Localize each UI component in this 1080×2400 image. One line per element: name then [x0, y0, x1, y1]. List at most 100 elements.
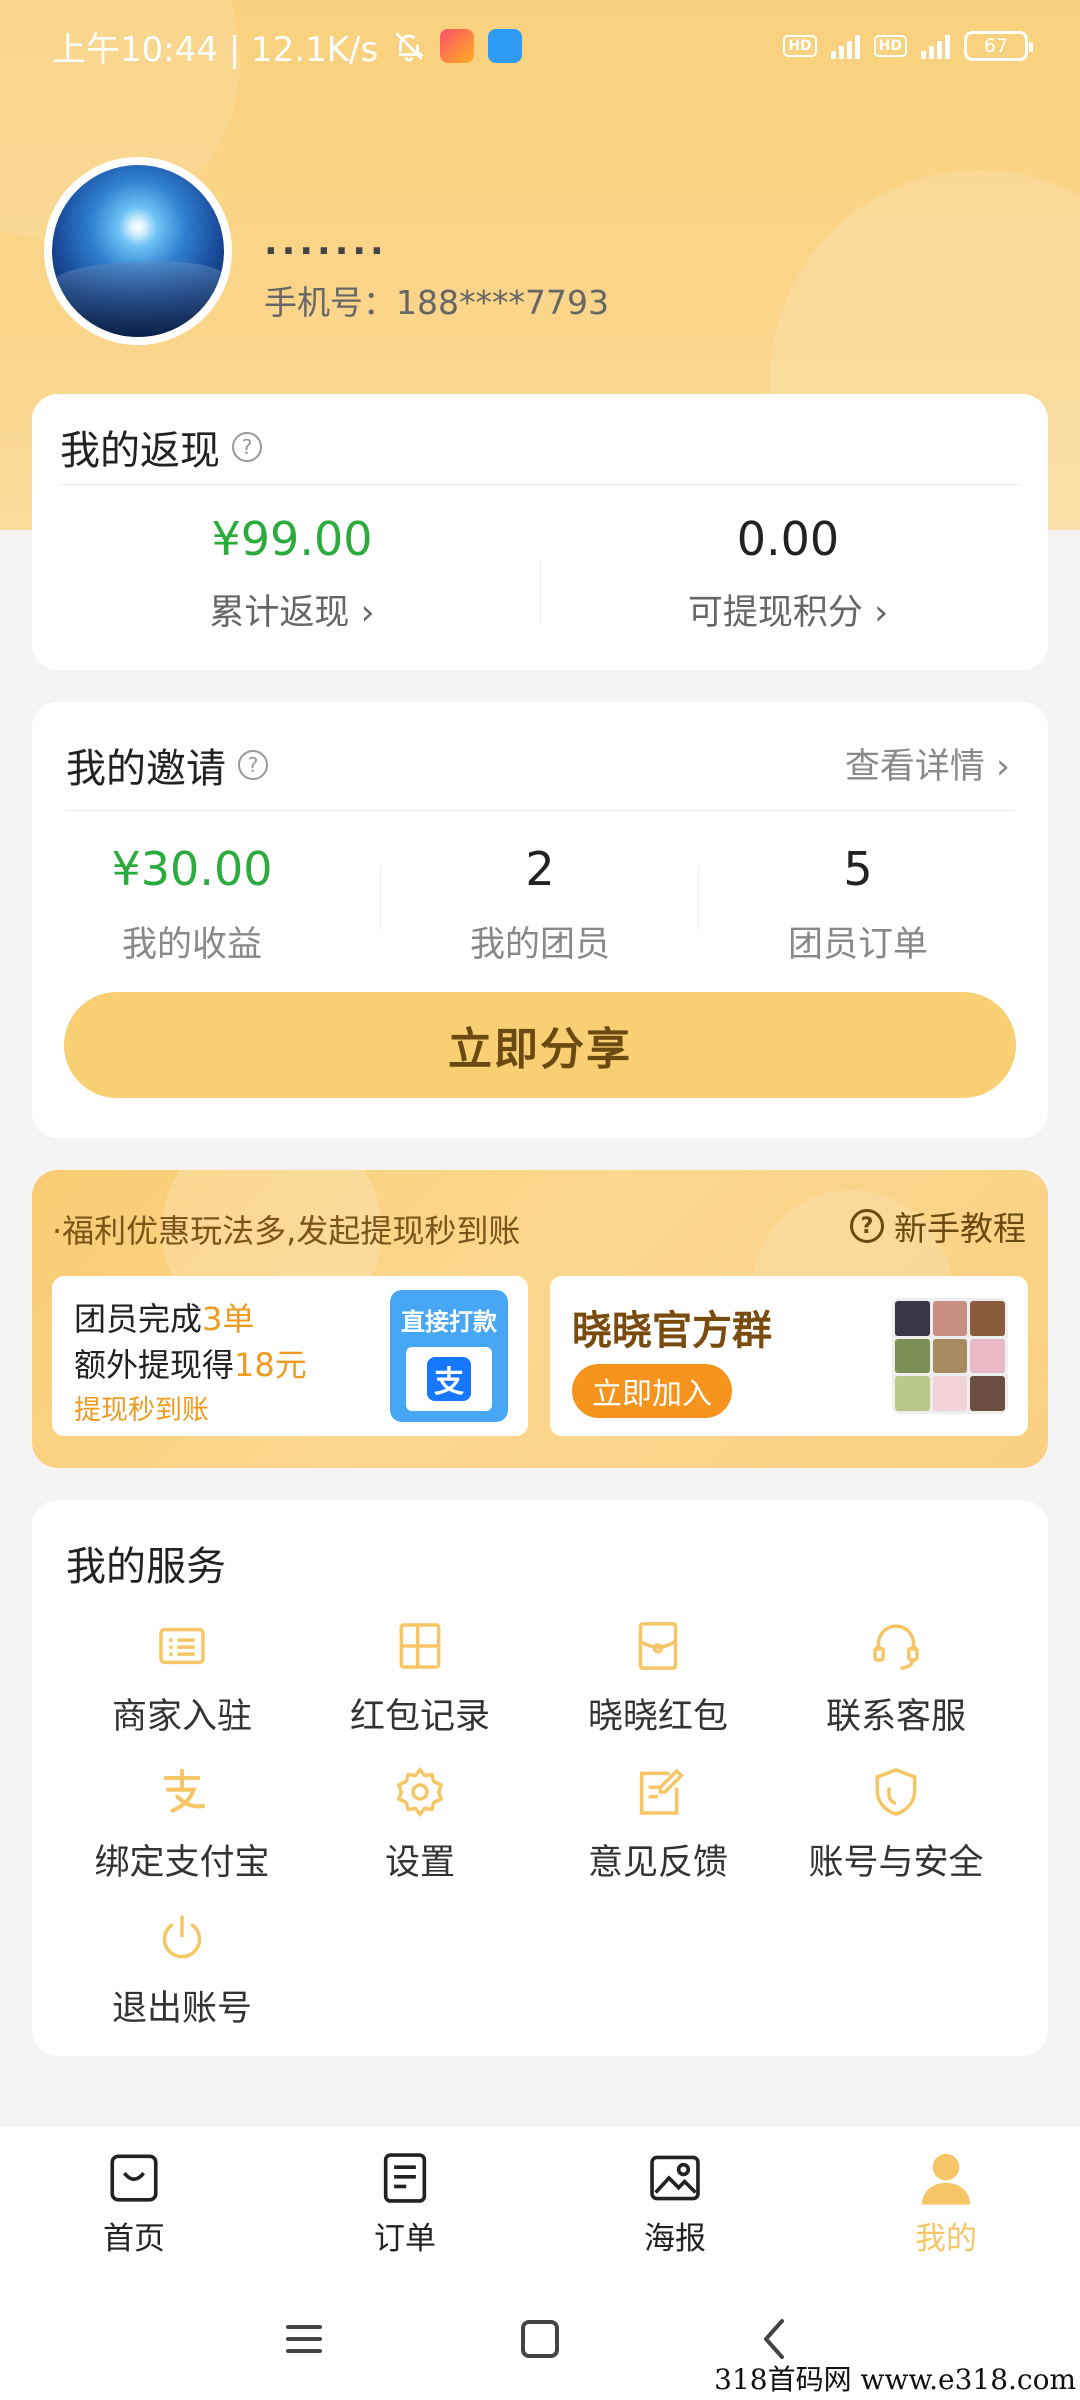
group-avatar-grid — [892, 1298, 1008, 1414]
service-merchant[interactable]: 商家入驻 — [62, 1618, 302, 1758]
edit-icon — [639, 1768, 684, 1815]
status-time: 上午10:44 | 12.1K/s — [52, 29, 379, 70]
cashback-card: 我的返现 ? ¥99.00 累计返现 › 0.00 可提现积分 › — [32, 394, 1048, 670]
invite-title: 我的邀请 ? — [66, 736, 268, 794]
service-bind-alipay[interactable]: 绑定支付宝 — [62, 1764, 302, 1904]
alipay-icon — [163, 1768, 206, 1813]
member-avatar — [895, 1376, 930, 1411]
service-label: 联系客服 — [825, 1697, 966, 1737]
tab-poster[interactable]: 海报 — [605, 2149, 745, 2258]
chevron-right-icon: › — [349, 593, 375, 633]
chevron-right-icon: › — [862, 593, 889, 633]
service-settings[interactable]: 设置 — [300, 1764, 540, 1904]
service-label: 商家入驻 — [111, 1697, 252, 1737]
invite-title-text: 我的邀请 — [66, 746, 226, 792]
vertical-divider — [698, 866, 699, 930]
member-avatar — [970, 1376, 1005, 1411]
join-group-button[interactable]: 立即加入 — [572, 1364, 732, 1418]
service-xiaoxiao-red-packet[interactable]: 晓晓红包 — [538, 1618, 778, 1758]
service-label: 退出账号 — [111, 1989, 252, 2029]
earnings-value: ¥30.00 — [111, 842, 273, 896]
points-label: 可提现积分 — [687, 593, 863, 633]
shield-icon — [875, 1767, 917, 1817]
service-label: 账号与安全 — [808, 1843, 984, 1883]
earnings-label: 我的收益 — [121, 925, 262, 965]
view-details-label: 查看详情 — [844, 747, 985, 787]
withdraw-task-card[interactable]: 团员完成3单 额外提现得18元 提现秒到账 直接打款 支 — [52, 1276, 528, 1436]
tab-label: 海报 — [644, 2221, 706, 2257]
member-avatar — [932, 1338, 968, 1374]
alipay-badge: 直接打款 支 — [390, 1290, 508, 1422]
member-avatar — [970, 1338, 1005, 1374]
cashback-title: 我的返现 ? — [60, 418, 262, 476]
service-label: 绑定支付宝 — [94, 1843, 270, 1883]
tab-home[interactable]: 首页 — [64, 2149, 204, 2258]
tab-orders[interactable]: 订单 — [335, 2149, 475, 2258]
task-line-2-text: 额外提现得 — [74, 1346, 235, 1384]
service-red-packet-records[interactable]: 红包记录 — [300, 1618, 540, 1758]
member-avatar — [895, 1338, 930, 1374]
chevron-right-icon: › — [984, 747, 1010, 787]
total-cashback-link[interactable]: 累计返现 › — [52, 584, 532, 635]
username: ....... — [264, 222, 388, 263]
bell-muted-icon — [395, 32, 424, 62]
points-link[interactable]: 可提现积分 › — [548, 584, 1028, 635]
services-title: 我的服务 — [66, 1544, 226, 1590]
vertical-divider — [380, 866, 381, 930]
chat-notification-icon — [488, 29, 523, 63]
tab-label: 订单 — [374, 2221, 436, 2257]
task-line-3: 提现秒到账 — [74, 1395, 209, 1426]
view-details-link[interactable]: 查看详情 › — [845, 738, 1010, 789]
red-packet-icon — [638, 1622, 678, 1670]
help-icon: ? — [850, 1209, 884, 1243]
help-icon[interactable]: ? — [238, 750, 268, 780]
member-avatar — [932, 1301, 968, 1336]
orders-label: 团员订单 — [787, 925, 928, 965]
task-line-1: 团员完成3单 — [74, 1294, 254, 1340]
app-notification-icon — [440, 29, 475, 63]
total-cashback-value: ¥99.00 — [211, 512, 373, 566]
invite-card: 我的邀请 ? 查看详情 › ¥30.00 我的收益 2 我的团员 5 团员订单 … — [32, 702, 1048, 1138]
home-square-icon[interactable] — [518, 2317, 562, 2361]
task-orders-count: 3单 — [202, 1300, 255, 1338]
tab-label: 我的 — [915, 2221, 977, 2257]
hd-icon: HD — [783, 35, 817, 57]
service-label: 设置 — [384, 1843, 455, 1883]
shopping-bag-icon — [110, 2154, 158, 2202]
service-account-security[interactable]: 账号与安全 — [776, 1764, 1016, 1904]
signal-icon — [921, 33, 950, 59]
back-icon[interactable] — [754, 2317, 798, 2361]
tab-mine[interactable]: 我的 — [876, 2149, 1016, 2258]
tab-label: 首页 — [103, 2221, 165, 2257]
bottom-tab-bar: 首页 订单 海报 我的 — [0, 2127, 1080, 2277]
tutorial-link[interactable]: ? 新手教程 — [850, 1202, 1026, 1250]
cashback-title-text: 我的返现 — [60, 428, 220, 474]
member-avatar — [895, 1301, 930, 1336]
avatar[interactable] — [44, 157, 232, 345]
menu-icon[interactable] — [282, 2317, 326, 2361]
user-icon — [921, 2153, 971, 2205]
service-logout[interactable]: 退出账号 — [62, 1910, 302, 2050]
service-label: 红包记录 — [349, 1697, 490, 1737]
task-line-2: 额外提现得18元 — [74, 1340, 307, 1386]
members-label: 我的团员 — [469, 925, 610, 965]
service-feedback[interactable]: 意见反馈 — [538, 1764, 778, 1904]
promo-tagline: ·福利优惠玩法多,发起提现秒到账 — [52, 1212, 521, 1250]
avatar-image — [52, 165, 224, 337]
watermark: 318首码网 www.e318.com — [714, 2363, 1076, 2396]
help-icon[interactable]: ? — [232, 432, 262, 462]
status-bar: 上午10:44 | 12.1K/s HD HD 67 — [0, 0, 1080, 92]
phone-number: 手机号：188****7793 — [264, 283, 609, 322]
group-title: 晓晓官方群 — [572, 1308, 772, 1354]
official-group-card[interactable]: 晓晓官方群 立即加入 — [550, 1276, 1028, 1436]
grid-icon — [399, 1623, 441, 1669]
service-customer-support[interactable]: 联系客服 — [776, 1618, 1016, 1758]
merchant-icon — [159, 1627, 205, 1665]
service-label: 意见反馈 — [587, 1843, 728, 1883]
order-list-icon — [383, 2153, 427, 2203]
gear-icon — [396, 1767, 444, 1817]
services-card: 我的服务 商家入驻 红包记录 晓晓红包 联系客服 绑定支付宝 设置 意见反馈 账… — [32, 1500, 1048, 2056]
total-cashback-label: 累计返现 — [209, 593, 350, 633]
share-button[interactable]: 立即分享 — [64, 992, 1016, 1098]
battery-icon: 67 — [964, 31, 1033, 61]
